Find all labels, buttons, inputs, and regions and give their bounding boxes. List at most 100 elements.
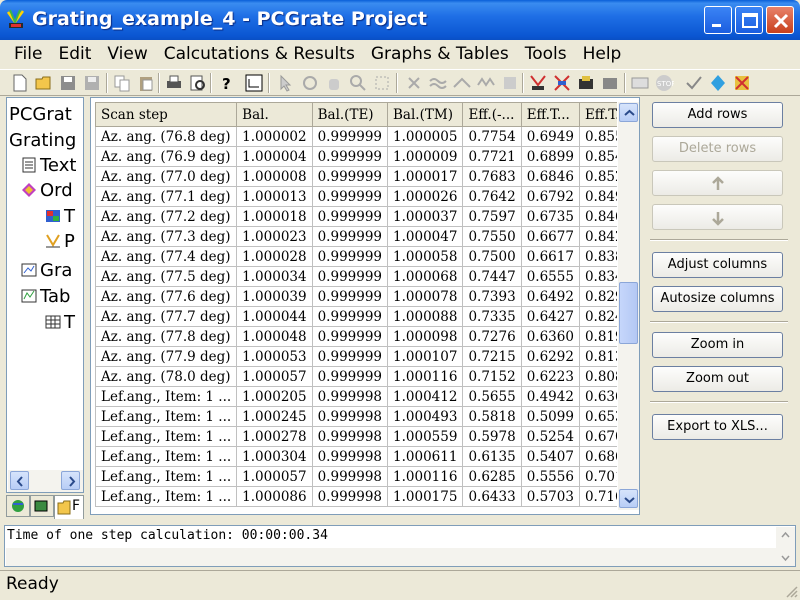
table-cell[interactable]: 1.000304 — [236, 446, 313, 467]
table-cell[interactable]: 1.000047 — [387, 226, 464, 247]
grating-icon[interactable] — [476, 73, 496, 93]
table-cell[interactable]: 0.8383 — [578, 246, 617, 267]
table-cell[interactable]: 0.7393 — [462, 286, 522, 307]
table-cell[interactable]: 0.6792 — [520, 186, 580, 207]
table-cell[interactable]: Az. ang. (76.8 deg) — [95, 126, 238, 147]
save-as-icon[interactable] — [82, 73, 102, 93]
wave-icon[interactable] — [428, 73, 448, 93]
export-xls-button[interactable]: Export to XLS... — [652, 414, 783, 440]
project-tree[interactable]: PCGrat Grating Text Ord T P Gra Tab T — [6, 97, 84, 493]
table-cell[interactable]: 0.6368 — [578, 386, 617, 407]
table-cell[interactable]: 0.5978 — [462, 426, 522, 447]
print-icon[interactable] — [164, 73, 184, 93]
table-cell[interactable]: 0.6899 — [520, 146, 580, 167]
table-cell[interactable]: 1.000493 — [387, 406, 464, 427]
table-cell[interactable]: 1.000088 — [387, 306, 464, 327]
table-cell[interactable]: 0.7162 — [578, 486, 617, 507]
column-header[interactable]: Bal. — [236, 102, 313, 127]
table-cell[interactable]: 0.4942 — [520, 386, 580, 407]
table-cell[interactable]: 0.999998 — [311, 406, 389, 427]
table-row[interactable]: Az. ang. (77.7 deg) 1.000044 0.999999 1.000… — [95, 306, 617, 327]
zoom-in-button[interactable]: Zoom in — [652, 332, 783, 358]
table-cell[interactable]: 0.5254 — [520, 426, 580, 447]
table-cell[interactable]: 0.8080 — [578, 366, 617, 387]
table-cell[interactable]: 0.999998 — [311, 386, 389, 407]
table-row[interactable]: Az. ang. (77.2 deg) 1.000018 0.999999 1.000… — [95, 206, 617, 227]
table-cell[interactable]: Az. ang. (77.7 deg) — [95, 306, 238, 327]
output-vertical-scrollbar[interactable] — [776, 527, 795, 566]
output-log[interactable]: Time of one step calculation: 00:00:00.3… — [4, 525, 796, 567]
table-cell[interactable]: 0.5655 — [462, 386, 522, 407]
resize-grip-icon[interactable] — [784, 584, 798, 598]
table-cell[interactable]: 0.999999 — [311, 146, 389, 167]
paste-icon[interactable] — [136, 73, 156, 93]
table-cell[interactable]: 0.7152 — [462, 366, 522, 387]
table-row[interactable]: Az. ang. (76.9 deg) 1.000004 0.999999 1.000… — [95, 146, 617, 167]
table-cell[interactable]: 0.999998 — [311, 446, 389, 467]
table-cell[interactable]: 1.000086 — [236, 486, 313, 507]
table-row[interactable]: Lef.ang., Item: 1 ... 1.000205 0.999998 1.0… — [95, 386, 617, 407]
table-cell[interactable]: 1.000002 — [236, 126, 313, 147]
table-cell[interactable]: 0.5556 — [520, 466, 580, 487]
table-cell[interactable]: 0.999999 — [311, 306, 389, 327]
print-preview-icon[interactable] — [188, 73, 208, 93]
save-icon[interactable] — [58, 73, 78, 93]
menu-edit[interactable]: Edit — [50, 44, 99, 64]
table-cell[interactable]: 0.6135 — [462, 446, 522, 467]
table-cell[interactable]: 1.000023 — [236, 226, 313, 247]
table-cell[interactable]: 1.000559 — [387, 426, 464, 447]
move-down-button[interactable] — [652, 204, 783, 230]
table-cell[interactable]: 0.6617 — [520, 246, 580, 267]
tree-item-table[interactable]: T — [45, 204, 75, 228]
table-cell[interactable]: 0.999999 — [311, 326, 389, 347]
table-cell[interactable]: 1.000004 — [236, 146, 313, 167]
table-row[interactable]: Az. ang. (77.1 deg) 1.000013 0.999999 1.000… — [95, 186, 617, 207]
calc-icon[interactable] — [576, 73, 596, 93]
grid-view-icon[interactable] — [244, 73, 264, 93]
table-cell[interactable]: 0.6846 — [520, 166, 580, 187]
autosize-columns-button[interactable]: Autosize columns — [652, 286, 783, 312]
table-cell[interactable]: 1.000009 — [387, 146, 464, 167]
table-cell[interactable]: 1.000245 — [236, 406, 313, 427]
tree-item-text[interactable]: Text — [21, 153, 76, 177]
table-cell[interactable]: 0.5703 — [520, 486, 580, 507]
table-row[interactable]: Az. ang. (76.8 deg) 1.000002 0.999999 1.000… — [95, 126, 617, 147]
table-row[interactable]: Az. ang. (77.3 deg) 1.000023 0.999999 1.000… — [95, 226, 617, 247]
table-row[interactable]: Lef.ang., Item: 1 ... 1.000278 0.999998 1.0… — [95, 426, 617, 447]
table-row[interactable]: Lef.ang., Item: 1 ... 1.000086 0.999998 1.0… — [95, 486, 617, 507]
table-cell[interactable]: 0.6223 — [520, 366, 580, 387]
table-cell[interactable]: 1.000057 — [236, 466, 313, 487]
table-cell[interactable]: 1.000278 — [236, 426, 313, 447]
table-cell[interactable]: 1.000098 — [387, 326, 464, 347]
rays-cross-icon[interactable] — [552, 73, 572, 93]
table-row[interactable]: Az. ang. (77.4 deg) 1.000028 0.999999 1.000… — [95, 246, 617, 267]
column-header[interactable]: Eff.(-... — [462, 102, 522, 127]
table-cell[interactable]: 0.999999 — [311, 166, 389, 187]
table-cell[interactable]: Az. ang. (76.9 deg) — [95, 146, 238, 167]
table-cell[interactable]: 0.7642 — [462, 186, 522, 207]
diamond-icon[interactable] — [708, 73, 728, 93]
table-cell[interactable]: 0.7683 — [462, 166, 522, 187]
table-cell[interactable]: Lef.ang., Item: 1 ... — [95, 466, 238, 487]
table-cell[interactable]: 0.8460 — [578, 206, 617, 227]
table-cell[interactable]: Az. ang. (77.2 deg) — [95, 206, 238, 227]
tree-item-orders[interactable]: Ord — [21, 178, 73, 202]
table-cell[interactable]: 0.6360 — [520, 326, 580, 347]
table-cell[interactable]: 1.000078 — [387, 286, 464, 307]
table-cell[interactable]: Az. ang. (77.0 deg) — [95, 166, 238, 187]
table-cell[interactable]: 0.7500 — [462, 246, 522, 267]
results-table[interactable]: Scan step Bal. Bal.(TE) Bal.(TM) Eff.(-... Ef… — [95, 102, 617, 507]
help-icon[interactable]: ? — [216, 73, 236, 93]
table-cell[interactable]: 0.7447 — [462, 266, 522, 287]
close-chart-icon[interactable] — [732, 73, 752, 93]
table-cell[interactable]: 0.999998 — [311, 426, 389, 447]
table-row[interactable]: Az. ang. (77.6 deg) 1.000039 0.999999 1.000… — [95, 286, 617, 307]
table-cell[interactable]: 0.6433 — [462, 486, 522, 507]
menu-tools[interactable]: Tools — [517, 44, 575, 64]
table-cell[interactable]: 0.7550 — [462, 226, 522, 247]
table-cell[interactable]: 0.5407 — [520, 446, 580, 467]
menu-help[interactable]: Help — [575, 44, 630, 64]
table-cell[interactable]: 1.000028 — [236, 246, 313, 267]
scroll-down-button[interactable] — [619, 489, 638, 508]
book-icon[interactable] — [500, 73, 520, 93]
